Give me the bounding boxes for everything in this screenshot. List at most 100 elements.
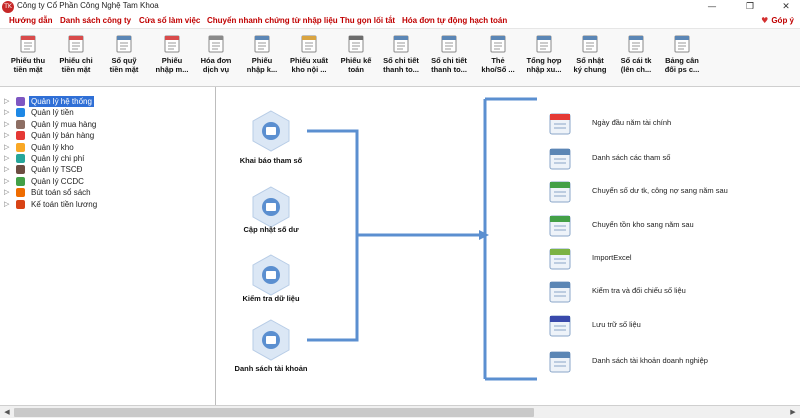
action-item-3[interactable]: Chuyển tồn kho sang năm sau: [547, 211, 800, 241]
toolbar-button-label: Sổ nhật ký chung: [573, 56, 607, 74]
tree-item-label: Bút toán sổ sách: [31, 188, 91, 198]
payment-voucher-icon: [66, 34, 86, 54]
step-1-button[interactable]: [249, 185, 293, 229]
heart-icon: ♥: [761, 16, 769, 25]
tree-item-label: Quản lý kho: [31, 142, 74, 152]
tree-item-2[interactable]: ▷ Quản lý mua hàng: [0, 119, 210, 130]
app-logo-icon: TK: [2, 1, 14, 13]
expand-arrow-icon[interactable]: ▷: [4, 164, 9, 175]
action-item-label: Chuyển số dư tk, công nợ sang năm sau: [592, 186, 728, 195]
toolbar-button-12[interactable]: Sổ nhật ký chung: [564, 30, 616, 86]
toolbar-button-label: Bảng cân đối ps c...: [664, 56, 700, 74]
toolbar-button-6[interactable]: Phiếu xuất kho nội ...: [283, 30, 335, 86]
expand-arrow-icon[interactable]: ▷: [4, 107, 9, 118]
step-3-button[interactable]: [249, 318, 293, 362]
toolbar-button-8[interactable]: Sổ chi tiết thanh to...: [375, 30, 427, 86]
transfer-stock-icon: [547, 213, 573, 239]
toolbar-button-2[interactable]: Sổ quỹ tiền mặt: [98, 30, 150, 86]
balance-update-icon: [252, 186, 290, 228]
toolbar-button-1[interactable]: Phiếu chi tiền mặt: [50, 30, 102, 86]
action-item-label: Kiểm tra và đối chiếu số liệu: [592, 286, 686, 295]
feedback-button[interactable]: ♥ Góp ý: [761, 16, 794, 25]
toolbar-button-label: Sổ chi tiết thanh to...: [431, 56, 467, 74]
tree-item-8[interactable]: ▷ Bút toán sổ sách: [0, 187, 210, 198]
step-label: Khai báo tham số: [239, 156, 303, 165]
expand-arrow-icon[interactable]: ▷: [4, 187, 9, 198]
balance-sheet-icon: [672, 34, 692, 54]
expand-arrow-icon[interactable]: ▷: [4, 142, 9, 153]
expand-arrow-icon[interactable]: ▷: [4, 153, 9, 164]
menu-collapse-shortcuts[interactable]: Thu gọn lối tắt: [340, 16, 395, 25]
expand-arrow-icon[interactable]: ▷: [4, 130, 9, 141]
tree-item-3[interactable]: ▷ Quản lý bán hàng: [0, 130, 210, 141]
money-icon: [16, 108, 25, 118]
action-item-2[interactable]: Chuyển số dư tk, công nợ sang năm sau: [547, 177, 800, 207]
expand-arrow-icon[interactable]: ▷: [4, 199, 9, 210]
general-ledger-icon: [626, 34, 646, 54]
action-item-6[interactable]: Lưu trữ số liệu: [547, 311, 800, 341]
menu-workspace[interactable]: Cửa sổ làm việc: [139, 16, 200, 25]
expense-icon: [16, 154, 25, 163]
invoice-icon: [206, 34, 226, 54]
step-2-button[interactable]: [249, 253, 293, 297]
step-label: Cập nhật số dư: [243, 225, 299, 234]
toolbar-button-9[interactable]: Sổ chi tiết thanh to...: [423, 30, 475, 86]
scroll-left-icon[interactable]: ◀: [1, 407, 13, 418]
expand-arrow-icon[interactable]: ▷: [4, 119, 9, 130]
action-item-5[interactable]: Kiểm tra và đối chiếu số liệu: [547, 277, 800, 307]
stock-out-icon: [299, 34, 319, 54]
horizontal-scrollbar[interactable]: ◀ ▶: [0, 405, 800, 418]
action-item-1[interactable]: Danh sách các tham số: [547, 144, 800, 174]
toolbar-button-label: Sổ quỹ tiền mặt: [109, 56, 139, 74]
tree-item-9[interactable]: ▷ Kế toán tiền lương: [0, 199, 210, 210]
close-button[interactable]: ✕: [774, 0, 798, 14]
toolbar-button-0[interactable]: Phiếu thu tiền mặt: [2, 30, 54, 86]
sales-icon: [16, 131, 25, 141]
expand-arrow-icon[interactable]: ▷: [4, 96, 9, 107]
action-item-label: Danh sách các tham số: [592, 153, 671, 162]
toolbar-button-13[interactable]: Sổ cái tk (lên ch...: [610, 30, 662, 86]
tree-item-label: Quản lý bán hàng: [31, 131, 95, 141]
toolbar-button-5[interactable]: Phiếu nhập k...: [236, 30, 288, 86]
toolbar-button-10[interactable]: Thẻ kho/Sổ ...: [472, 30, 524, 86]
toolbar-button-11[interactable]: Tổng hợp nhập xu...: [518, 30, 570, 86]
menu-auto-invoice[interactable]: Hóa đơn tự động hạch toán: [402, 16, 507, 25]
toolbar-button-label: Phiếu thu tiền mặt: [10, 56, 46, 74]
tree-item-label: Quản lý CCDC: [31, 176, 84, 186]
calendar-icon: [547, 111, 573, 137]
toolbar-button-label: Sổ chi tiết thanh to...: [383, 56, 419, 74]
step-label: Danh sách tài khoản: [234, 364, 308, 373]
tree-item-5[interactable]: ▷ Quản lý chi phí: [0, 153, 210, 164]
toolbar-button-14[interactable]: Bảng cân đối ps c...: [656, 30, 708, 86]
tree-item-6[interactable]: ▷ Quản lý TSCĐ: [0, 164, 210, 175]
toolbar-button-label: Hóa đơn dịch vụ: [200, 56, 232, 74]
scroll-right-icon[interactable]: ▶: [787, 407, 799, 418]
scroll-thumb[interactable]: [14, 408, 534, 417]
warehouse-icon: [16, 142, 25, 152]
menu-quick-transfer[interactable]: Chuyển nhanh chứng từ nhập liệu: [207, 16, 338, 25]
toolbar-button-label: Phiếu chi tiền mặt: [59, 56, 93, 74]
menu-company-list[interactable]: Danh sách công ty: [60, 16, 131, 25]
action-item-4[interactable]: ImportExcel: [547, 244, 800, 274]
toolbar-button-label: Sổ cái tk (lên ch...: [620, 56, 652, 74]
feedback-label: Góp ý: [771, 16, 794, 25]
step-0-button[interactable]: [249, 109, 293, 153]
toolbar-button-label: Thẻ kho/Sổ ...: [481, 56, 515, 74]
tree-item-label: Quản lý TSCĐ: [31, 165, 83, 175]
tree-item-1[interactable]: ▷ Quản lý tiền: [0, 107, 210, 118]
menu-help[interactable]: Hướng dẫn: [9, 16, 52, 25]
action-item-7[interactable]: Danh sách tài khoản doanh nghiệp: [547, 347, 800, 377]
restore-button[interactable]: ❐: [738, 0, 762, 14]
action-item-0[interactable]: Ngày đầu năm tài chính: [547, 109, 800, 139]
tree-item-7[interactable]: ▷ Quản lý CCDC: [0, 176, 210, 187]
toolbar-button-4[interactable]: Hóa đơn dịch vụ: [190, 30, 242, 86]
tree-item-0[interactable]: ▷ Quản lý hệ thống: [0, 96, 210, 107]
tree-item-label: Quản lý tiền: [31, 108, 74, 118]
purchase-icon: [16, 119, 25, 129]
pen-icon: [16, 188, 25, 198]
toolbar-button-label: Phiếu nhập k...: [246, 56, 278, 74]
tree-item-4[interactable]: ▷ Quản lý kho: [0, 142, 210, 153]
expand-arrow-icon[interactable]: ▷: [4, 176, 9, 187]
folder-check-icon: [252, 254, 290, 296]
minimize-button[interactable]: —: [700, 0, 724, 14]
